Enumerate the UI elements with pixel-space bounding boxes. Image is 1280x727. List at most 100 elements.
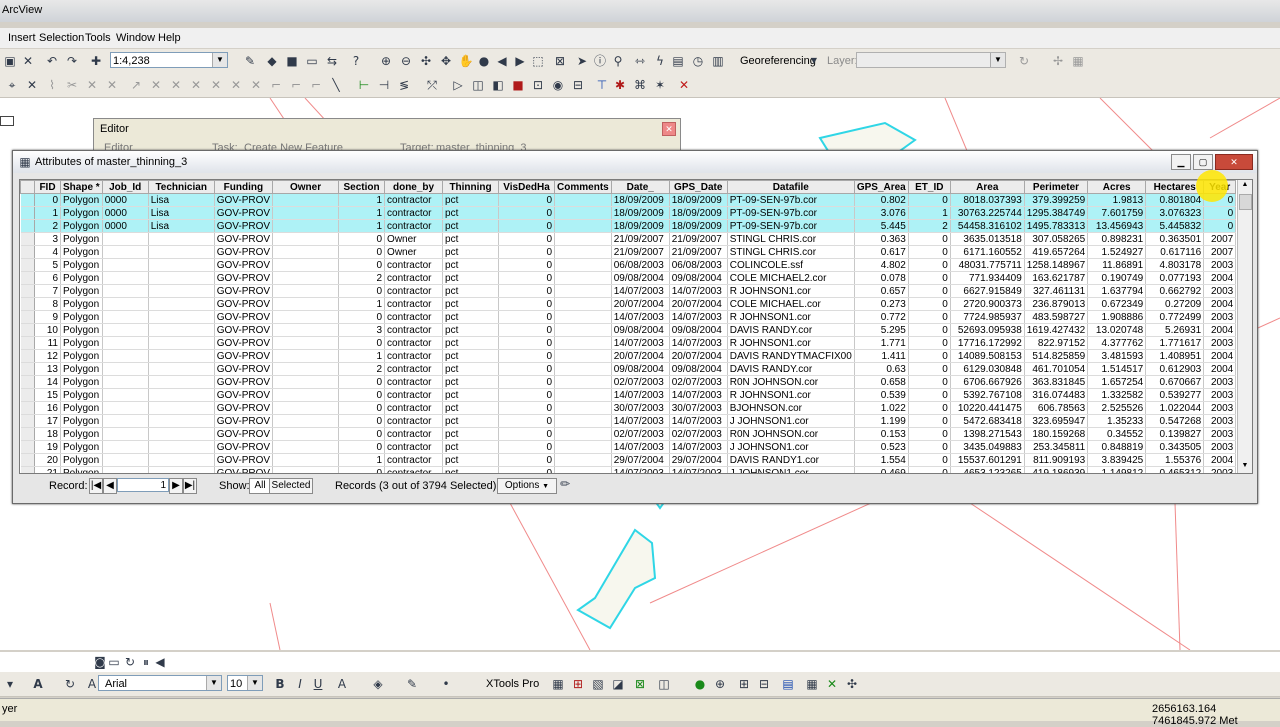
table-cell[interactable]: 09/08/2004	[669, 362, 728, 376]
table-cell[interactable]: 1.514517	[1087, 362, 1147, 376]
maximize-icon[interactable]: ▢	[1193, 154, 1213, 170]
table-cell[interactable]: R0N JOHNSON.cor	[727, 375, 855, 389]
table-cell[interactable]: 14/07/2003	[611, 414, 670, 428]
table-cell[interactable]: 822.97152	[1024, 336, 1089, 350]
shape-fix-icon[interactable]: ✣	[844, 676, 860, 692]
table-cell[interactable]: 379.399259	[1024, 193, 1089, 207]
table-cell[interactable]: 0	[498, 219, 556, 233]
table-cell[interactable]: Polygon	[60, 284, 103, 298]
column-header[interactable]: done_by	[384, 180, 444, 194]
table-cell[interactable]: 29/07/2004	[611, 453, 670, 467]
table-cell[interactable]: 0	[498, 297, 556, 311]
table-cell[interactable]: pct	[442, 271, 500, 285]
snapping-icon[interactable]: ≶	[396, 77, 412, 93]
table-cell[interactable]: 1	[34, 206, 61, 220]
vertex-icon[interactable]: ▷	[450, 77, 466, 93]
table-cell[interactable]: pct	[442, 349, 500, 363]
next-record-icon[interactable]: ▶	[169, 478, 183, 494]
table-row[interactable]: 1 Polygon 0000 Lisa GOV-PROV 1 contractor pct 0 1…	[20, 206, 1237, 220]
table-cell[interactable]: 0	[498, 362, 556, 376]
table-cell[interactable]: 1295.384749	[1024, 206, 1089, 220]
table-cell[interactable]	[102, 310, 149, 324]
table-cell[interactable]: 0.139827	[1145, 427, 1205, 441]
table-cell[interactable]	[148, 362, 215, 376]
table-cell[interactable]: STINGL CHRIS.cor	[727, 232, 855, 246]
undo-icon[interactable]: ↶	[44, 53, 60, 69]
table-cell[interactable]: 0.190749	[1087, 271, 1147, 285]
table-cell[interactable]: contractor	[384, 466, 444, 473]
table-cell[interactable]	[148, 349, 215, 363]
table-cell[interactable]: 0.662792	[1145, 284, 1205, 298]
column-header[interactable]: Datafile	[726, 180, 855, 194]
table-cell[interactable]: 2004	[1203, 453, 1237, 467]
column-header[interactable]: GPS_Date	[668, 180, 728, 194]
table-cell[interactable]	[554, 362, 612, 376]
table-cell[interactable]: Owner	[384, 245, 444, 259]
table-cell[interactable]: Owner	[384, 232, 444, 246]
export-table-icon[interactable]: ▤	[780, 676, 796, 692]
table-cell[interactable]: Polygon	[60, 271, 103, 285]
table-cell[interactable]: 17716.172992	[950, 336, 1025, 350]
table-cell[interactable]: GOV-PROV	[214, 232, 274, 246]
table-cell[interactable]	[554, 323, 612, 337]
table-cell[interactable]: 2003	[1203, 375, 1237, 389]
table-cell[interactable]: 1	[338, 453, 386, 467]
command-line-icon[interactable]: ▭	[304, 53, 320, 69]
table-cell[interactable]	[102, 297, 149, 311]
table-cell[interactable]: contractor	[384, 362, 444, 376]
table-cell[interactable]: Polygon	[60, 362, 103, 376]
table-cell[interactable]: 11.86891	[1087, 258, 1147, 272]
table-cell[interactable]: 1.408951	[1145, 349, 1205, 363]
column-header[interactable]: FID	[34, 180, 61, 194]
column-header[interactable]: Acres	[1087, 180, 1147, 194]
drawing-menu-icon[interactable]: ▾	[2, 676, 18, 692]
back-extent-icon[interactable]: ◀	[494, 53, 510, 69]
table-cell[interactable]	[554, 388, 612, 402]
table-cell[interactable]: GOV-PROV	[214, 349, 274, 363]
table-cell[interactable]: 06/08/2003	[611, 258, 670, 272]
table-cell[interactable]: 14/07/2003	[611, 466, 670, 473]
table-cell[interactable]: PT-09-SEN-97b.cor	[727, 206, 855, 220]
create-viewer-icon[interactable]: ▥	[710, 53, 726, 69]
table-cell[interactable]: 7724.985937	[950, 310, 1025, 324]
table-cell[interactable]: GOV-PROV	[214, 245, 274, 259]
table-cell[interactable]: 9	[34, 310, 61, 324]
table-cell[interactable]: 253.345811	[1024, 440, 1089, 454]
table-cell[interactable]	[148, 323, 215, 337]
table-cell[interactable]: 2003	[1203, 336, 1237, 350]
xtools-pro-menu[interactable]: XTools Pro	[486, 678, 539, 690]
sketch-tool-icon[interactable]: ⊢	[356, 77, 372, 93]
table-cell[interactable]	[554, 453, 612, 467]
table-cell[interactable]: 18	[34, 427, 61, 441]
extend-icon[interactable]: ✕	[248, 77, 264, 93]
table-cell[interactable]: 14/07/2003	[611, 310, 670, 324]
table-row[interactable]: 14 Polygon GOV-PROV 0 contractor pct 0 02/07/20…	[20, 375, 1237, 389]
table-cell[interactable]: 1	[908, 206, 951, 220]
table-cell[interactable]	[272, 323, 340, 337]
table-cell[interactable]: 4.802	[854, 258, 909, 272]
table-cell[interactable]: Polygon	[60, 206, 103, 220]
export-icon[interactable]: ▧	[590, 676, 606, 692]
table-cell[interactable]: 20/07/2004	[669, 349, 728, 363]
table-cell[interactable]	[272, 219, 340, 233]
cogo-icon[interactable]: ⊤	[594, 77, 610, 93]
table-cell[interactable]: 1.411	[854, 349, 909, 363]
table-cell[interactable]: GOV-PROV	[214, 219, 274, 233]
table-cell[interactable]	[102, 427, 149, 441]
table-cell[interactable]: Polygon	[60, 349, 103, 363]
table-cell[interactable]: Polygon	[60, 466, 103, 473]
table-cell[interactable]: pct	[442, 206, 500, 220]
table-cell[interactable]: 1.35233	[1087, 414, 1147, 428]
table-cell[interactable]	[272, 271, 340, 285]
table-cell[interactable]: 1.771	[854, 336, 909, 350]
table-cell[interactable]: DAVIS RANDY1.cor	[727, 453, 855, 467]
table-cell[interactable]: 0.898231	[1087, 232, 1147, 246]
table-cell[interactable]: 0	[498, 401, 556, 415]
chevron-down-icon[interactable]: ▼	[247, 676, 262, 690]
table-cell[interactable]	[148, 336, 215, 350]
table-cell[interactable]	[554, 245, 612, 259]
table-cell[interactable]: 02/07/2003	[611, 427, 670, 441]
table-cell[interactable]: 18/09/2009	[611, 219, 670, 233]
row-selector[interactable]	[20, 466, 35, 473]
table-cell[interactable]: Polygon	[60, 232, 103, 246]
